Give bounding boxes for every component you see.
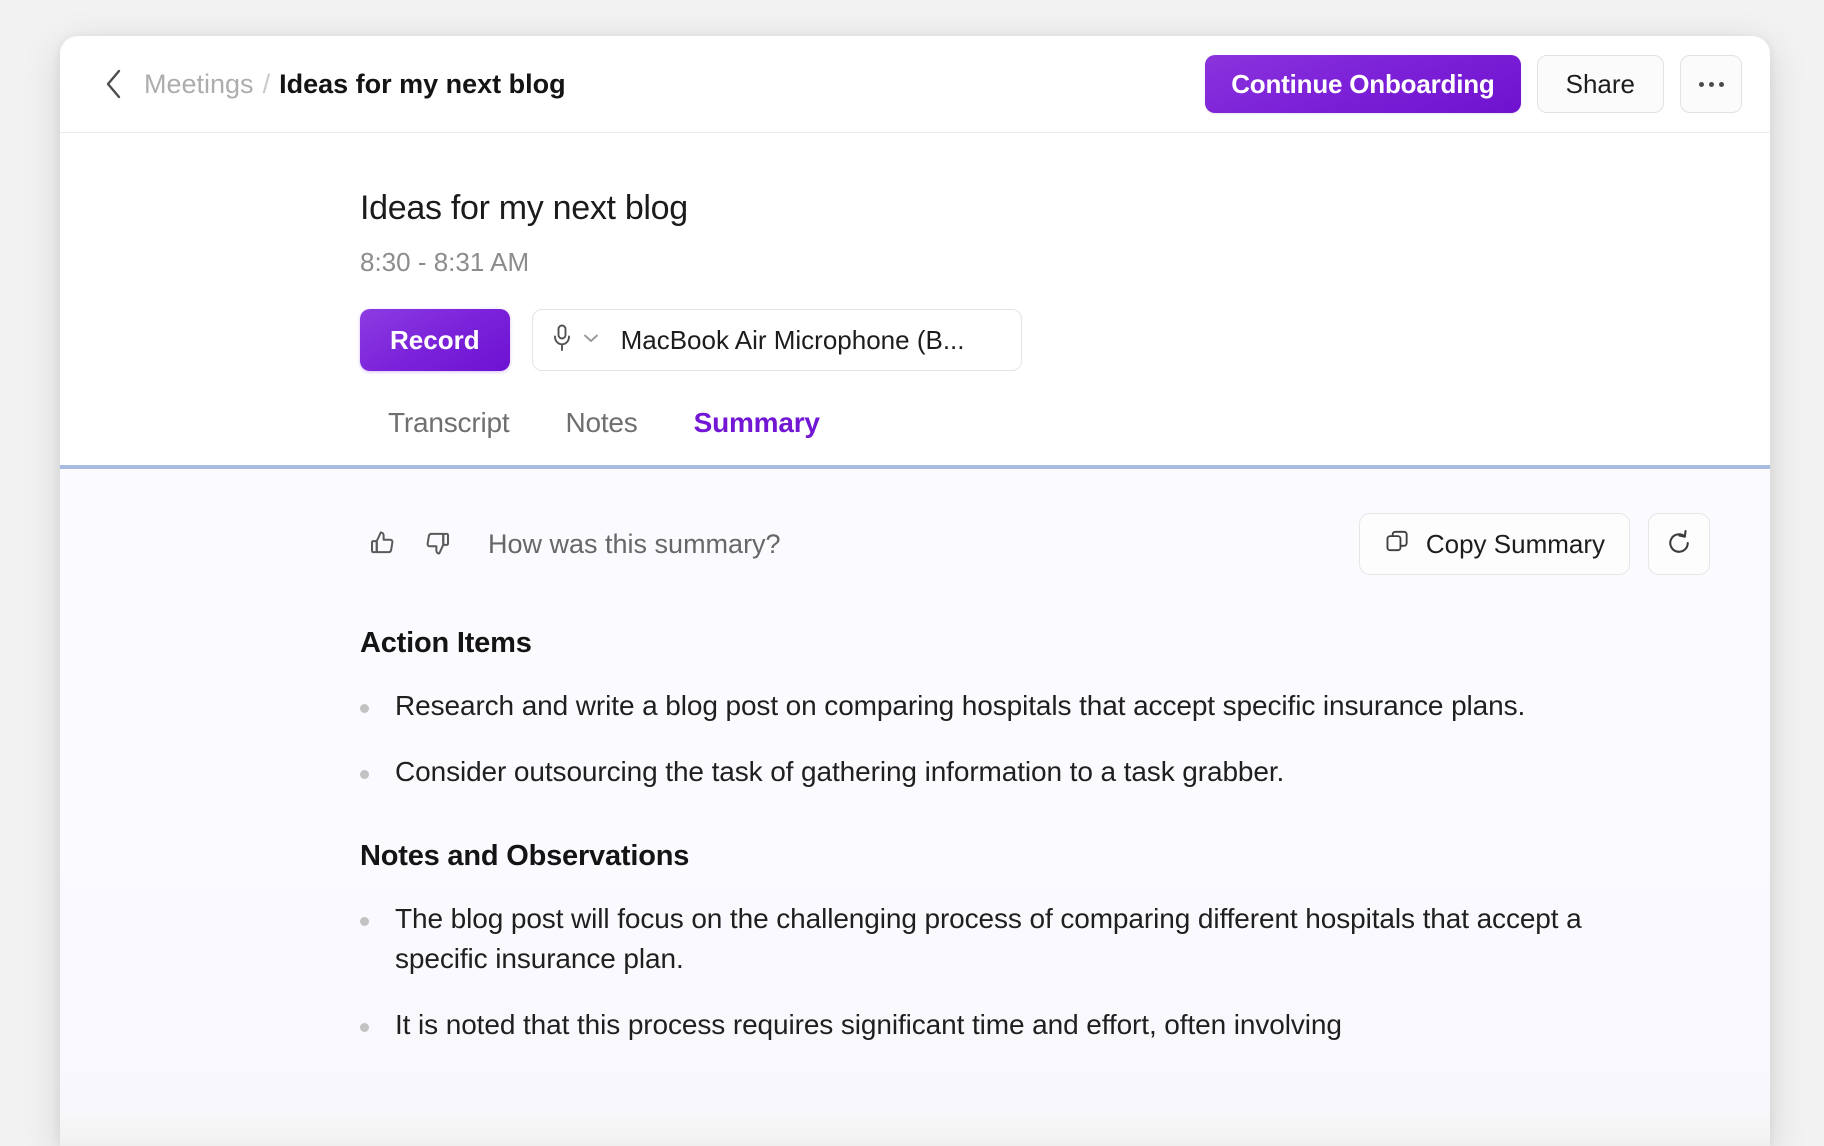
tab-bar: Transcript Notes Summary [360, 407, 1710, 465]
refresh-ccw-icon [1665, 529, 1693, 560]
breadcrumb-parent[interactable]: Meetings [144, 69, 254, 100]
list-item: Consider outsourcing the task of gatheri… [360, 752, 1670, 792]
top-bar: Meetings / Ideas for my next blog Contin… [60, 36, 1770, 133]
microphone-device-label: MacBook Air Microphone (B... [620, 324, 965, 355]
continue-onboarding-button[interactable]: Continue Onboarding [1205, 55, 1521, 113]
app-window: Meetings / Ideas for my next blog Contin… [60, 36, 1770, 1146]
page-title: Ideas for my next blog [360, 189, 688, 227]
bullet-list: The blog post will focus on the challeng… [360, 899, 1670, 1045]
list-item-text: The blog post will focus on the challeng… [395, 903, 1582, 975]
microphone-select[interactable]: MacBook Air Microphone (B... [531, 309, 1022, 371]
meeting-header-section: Ideas for my next blog 8:30 - 8:31 AM Re… [60, 133, 1770, 465]
bullet-dot-icon [360, 704, 369, 713]
tab-summary[interactable]: Summary [666, 407, 848, 465]
chevron-left-icon [102, 67, 126, 101]
more-options-button[interactable] [1680, 55, 1742, 113]
summary-section-action-items: Action Items Research and write a blog p… [360, 627, 1670, 792]
meeting-time-range: 8:30 - 8:31 AM [360, 247, 530, 277]
copy-summary-button[interactable]: Copy Summary [1358, 513, 1630, 575]
bullet-dot-icon [360, 770, 369, 780]
list-item-text: Consider outsourcing the task of gatheri… [395, 756, 1285, 788]
summary-section-notes-observations: Notes and Observations The blog post wil… [360, 840, 1670, 1045]
breadcrumb: Meetings / Ideas for my next blog [144, 69, 566, 100]
copy-icon [1384, 528, 1410, 561]
copy-summary-label: Copy Summary [1425, 528, 1605, 559]
regenerate-summary-button[interactable] [1648, 513, 1710, 575]
summary-feedback-row: How was this summary? Copy Summary [60, 513, 1770, 575]
thumbs-up-button[interactable] [360, 521, 406, 567]
summary-actions: Copy Summary [1358, 513, 1710, 575]
summary-panel: How was this summary? Copy Summary Actio… [60, 469, 1770, 1146]
thumbs-down-icon [422, 528, 452, 561]
content-fade-overlay [60, 1110, 1770, 1146]
chevron-down-icon [581, 331, 601, 350]
breadcrumb-separator: / [262, 68, 271, 99]
bullet-dot-icon [360, 917, 369, 927]
list-item: Research and write a blog post on compar… [360, 686, 1670, 726]
section-heading: Notes and Observations [360, 840, 690, 873]
list-item-text: It is noted that this process requires s… [395, 1009, 1342, 1041]
record-button[interactable]: Record [360, 309, 510, 371]
top-bar-actions: Continue Onboarding Share [1205, 55, 1742, 113]
microphone-icon [551, 323, 573, 358]
share-button[interactable]: Share [1536, 55, 1664, 113]
tab-notes[interactable]: Notes [537, 407, 665, 465]
section-heading: Action Items [360, 627, 532, 659]
record-controls: Record MacBook Air Microphone (B... [360, 309, 1710, 371]
breadcrumb-current: Ideas for my next blog [279, 68, 566, 99]
bullet-list: Research and write a blog post on compar… [360, 686, 1670, 792]
list-item: The blog post will focus on the challeng… [360, 899, 1670, 979]
list-item: It is noted that this process requires s… [360, 1005, 1670, 1045]
thumbs-up-icon [368, 528, 398, 561]
back-button[interactable] [94, 64, 134, 104]
list-item-text: Research and write a blog post on compar… [395, 690, 1526, 721]
tab-transcript[interactable]: Transcript [360, 407, 537, 465]
thumbs-down-button[interactable] [414, 521, 460, 567]
feedback-prompt: How was this summary? [488, 528, 781, 559]
ellipsis-icon [1698, 81, 1724, 87]
bullet-dot-icon [360, 1023, 369, 1033]
summary-content: Action Items Research and write a blog p… [60, 575, 1770, 1045]
